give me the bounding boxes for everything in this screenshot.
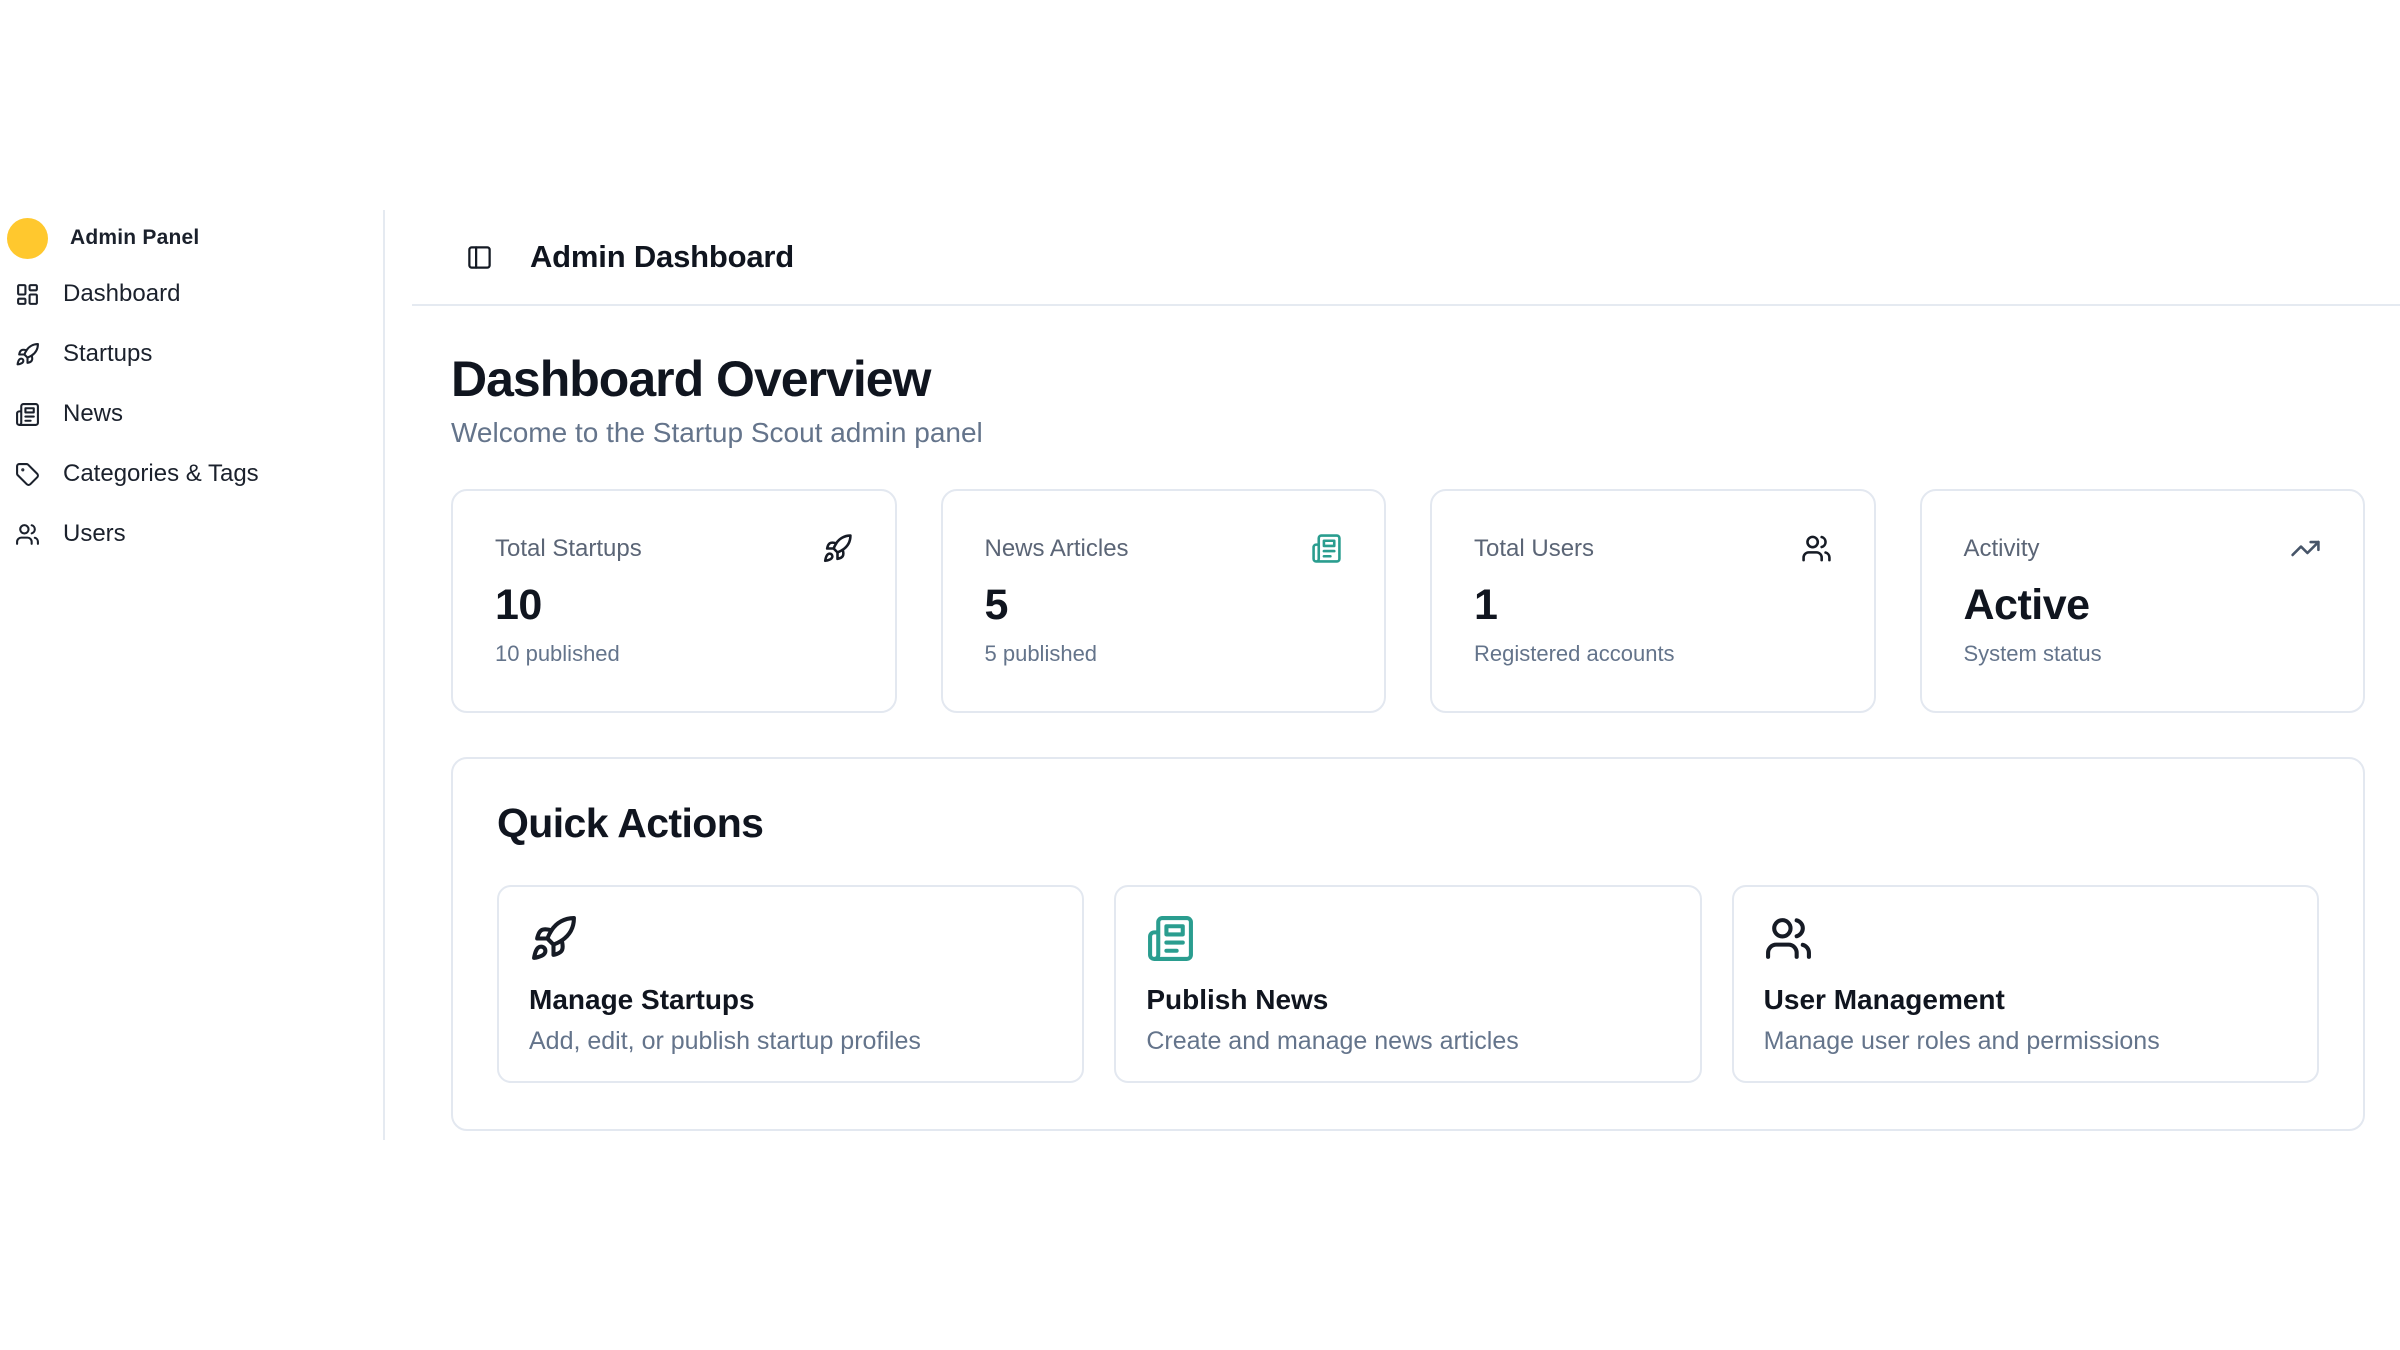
users-icon (15, 522, 40, 547)
app-shell: Admin Panel Dashboard Startups News Cate… (0, 210, 2400, 1140)
sidebar-item-categories-tags[interactable]: Categories & Tags (0, 444, 383, 504)
trending-up-icon (2290, 533, 2321, 564)
main-area: Admin Dashboard Dashboard Overview Welco… (385, 210, 2400, 1140)
stat-subtext: Registered accounts (1474, 641, 1832, 667)
sidebar-item-label: Dashboard (63, 280, 180, 308)
quick-actions-row: Manage Startups Add, edit, or publish st… (497, 885, 2319, 1083)
header-title: Admin Dashboard (530, 239, 794, 275)
brand-logo-circle (7, 218, 48, 259)
stat-value: 5 (985, 581, 1343, 630)
users-icon (1764, 914, 1813, 963)
top-header: Admin Dashboard (412, 210, 2400, 306)
sidebar-item-startups[interactable]: Startups (0, 324, 383, 384)
rocket-icon (15, 342, 40, 367)
users-icon (1801, 533, 1832, 564)
stat-subtext: System status (1964, 641, 2322, 667)
stats-row: Total Startups 10 10 published News Arti… (451, 489, 2365, 713)
rocket-icon (822, 533, 853, 564)
stat-label: Activity (1964, 535, 2040, 563)
stat-label: Total Startups (495, 535, 642, 563)
sidebar: Admin Panel Dashboard Startups News Cate… (0, 210, 385, 1140)
stat-label: Total Users (1474, 535, 1594, 563)
dashboard-content: Dashboard Overview Welcome to the Startu… (412, 306, 2400, 1131)
page-subtitle: Welcome to the Startup Scout admin panel (451, 415, 2365, 451)
action-card-manage-startups[interactable]: Manage Startups Add, edit, or publish st… (497, 885, 1084, 1083)
sidebar-brand: Admin Panel (0, 214, 383, 262)
sidebar-nav: Dashboard Startups News Categories & Tag… (0, 264, 383, 564)
stat-card-total-startups: Total Startups 10 10 published (451, 489, 897, 713)
quick-actions-panel: Quick Actions Manage Startups Add, edit,… (451, 757, 2365, 1130)
action-title: Manage Startups (529, 984, 1052, 1016)
stat-value: 10 (495, 581, 853, 630)
panel-left-icon (466, 244, 493, 271)
rocket-icon (529, 914, 578, 963)
action-description: Manage user roles and permissions (1764, 1027, 2287, 1056)
sidebar-item-users[interactable]: Users (0, 504, 383, 564)
newspaper-icon (1311, 533, 1342, 564)
tag-icon (15, 462, 40, 487)
action-card-user-management[interactable]: User Management Manage user roles and pe… (1732, 885, 2319, 1083)
action-title: Publish News (1146, 984, 1669, 1016)
action-title: User Management (1764, 984, 2287, 1016)
newspaper-icon (15, 402, 40, 427)
sidebar-item-label: News (63, 400, 123, 428)
quick-actions-title: Quick Actions (497, 799, 2319, 848)
sidebar-toggle-button[interactable] (466, 244, 493, 271)
sidebar-item-dashboard[interactable]: Dashboard (0, 264, 383, 324)
action-description: Add, edit, or publish startup profiles (529, 1027, 1052, 1056)
action-description: Create and manage news articles (1146, 1027, 1669, 1056)
stat-card-activity: Activity Active System status (1920, 489, 2366, 713)
stat-value: Active (1964, 581, 2322, 630)
stat-subtext: 5 published (985, 641, 1343, 667)
layout-dashboard-icon (15, 282, 40, 307)
sidebar-item-label: Startups (63, 340, 152, 368)
stat-subtext: 10 published (495, 641, 853, 667)
stat-label: News Articles (985, 535, 1129, 563)
stat-card-total-users: Total Users 1 Registered accounts (1430, 489, 1876, 713)
action-card-publish-news[interactable]: Publish News Create and manage news arti… (1114, 885, 1701, 1083)
newspaper-icon (1146, 914, 1195, 963)
page-title: Dashboard Overview (451, 350, 2365, 409)
sidebar-item-label: Users (63, 520, 126, 548)
stat-card-news-articles: News Articles 5 5 published (941, 489, 1387, 713)
sidebar-item-label: Categories & Tags (63, 460, 259, 488)
stat-value: 1 (1474, 581, 1832, 630)
sidebar-item-news[interactable]: News (0, 384, 383, 444)
brand-label: Admin Panel (70, 226, 199, 250)
